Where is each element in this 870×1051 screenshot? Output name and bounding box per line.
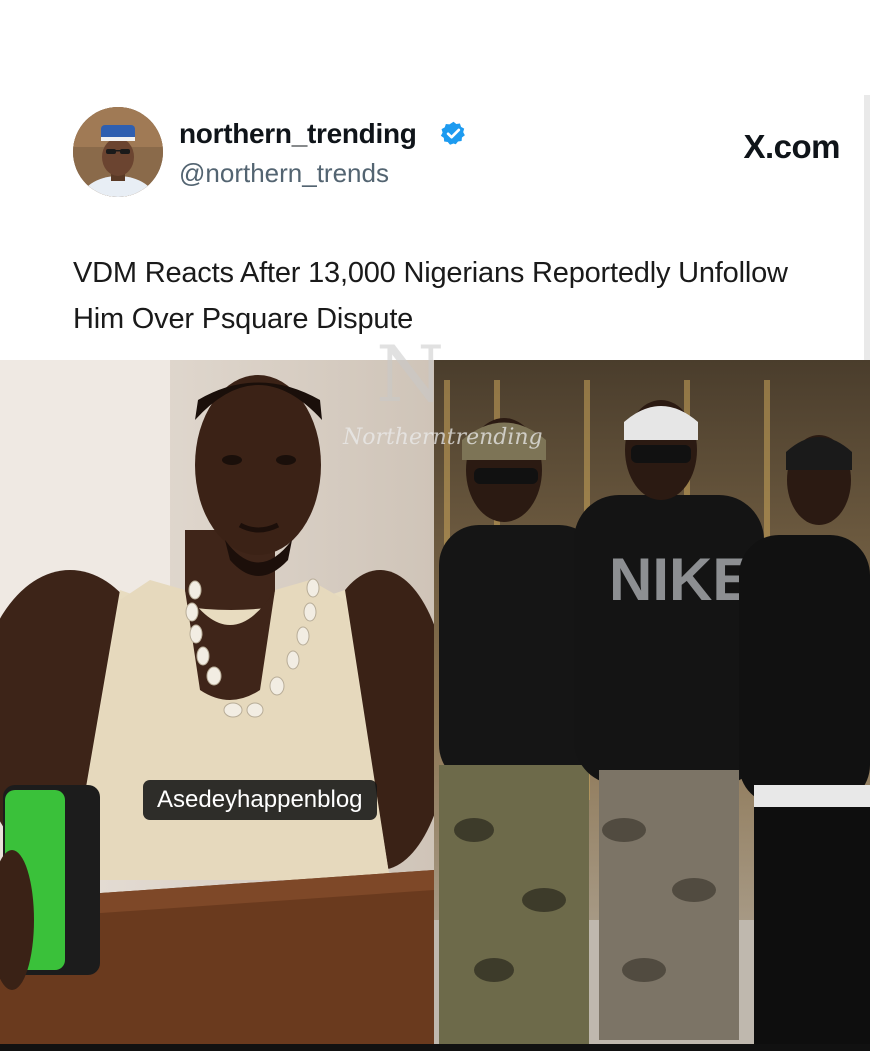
caption-badge: Asedeyhappenblog bbox=[143, 780, 377, 820]
watermark-text: Northerntrending bbox=[343, 425, 543, 450]
watermark-letter: N bbox=[376, 330, 445, 420]
top-spacer bbox=[0, 0, 870, 95]
photo-left bbox=[0, 360, 434, 1051]
post-card: northern_trending @northern_trends X.com… bbox=[0, 0, 870, 1051]
profile-avatar[interactable] bbox=[73, 107, 163, 197]
shirt-print: NIKE bbox=[609, 546, 752, 613]
group-photo-illustration: NIKE bbox=[434, 360, 870, 1051]
header-edge bbox=[864, 95, 870, 360]
post-headline: VDM Reacts After 13,000 Nigerians Report… bbox=[73, 257, 788, 335]
photo-right: NIKE bbox=[434, 360, 870, 1051]
verified-badge-icon bbox=[440, 121, 465, 145]
avatar-illustration bbox=[73, 107, 163, 197]
portrait-illustration bbox=[0, 360, 434, 1051]
source-label: X.com bbox=[743, 128, 840, 165]
display-name[interactable]: northern_trending bbox=[179, 118, 417, 150]
user-handle[interactable]: @northern_trends bbox=[179, 158, 389, 189]
bottom-strip bbox=[0, 1044, 870, 1051]
